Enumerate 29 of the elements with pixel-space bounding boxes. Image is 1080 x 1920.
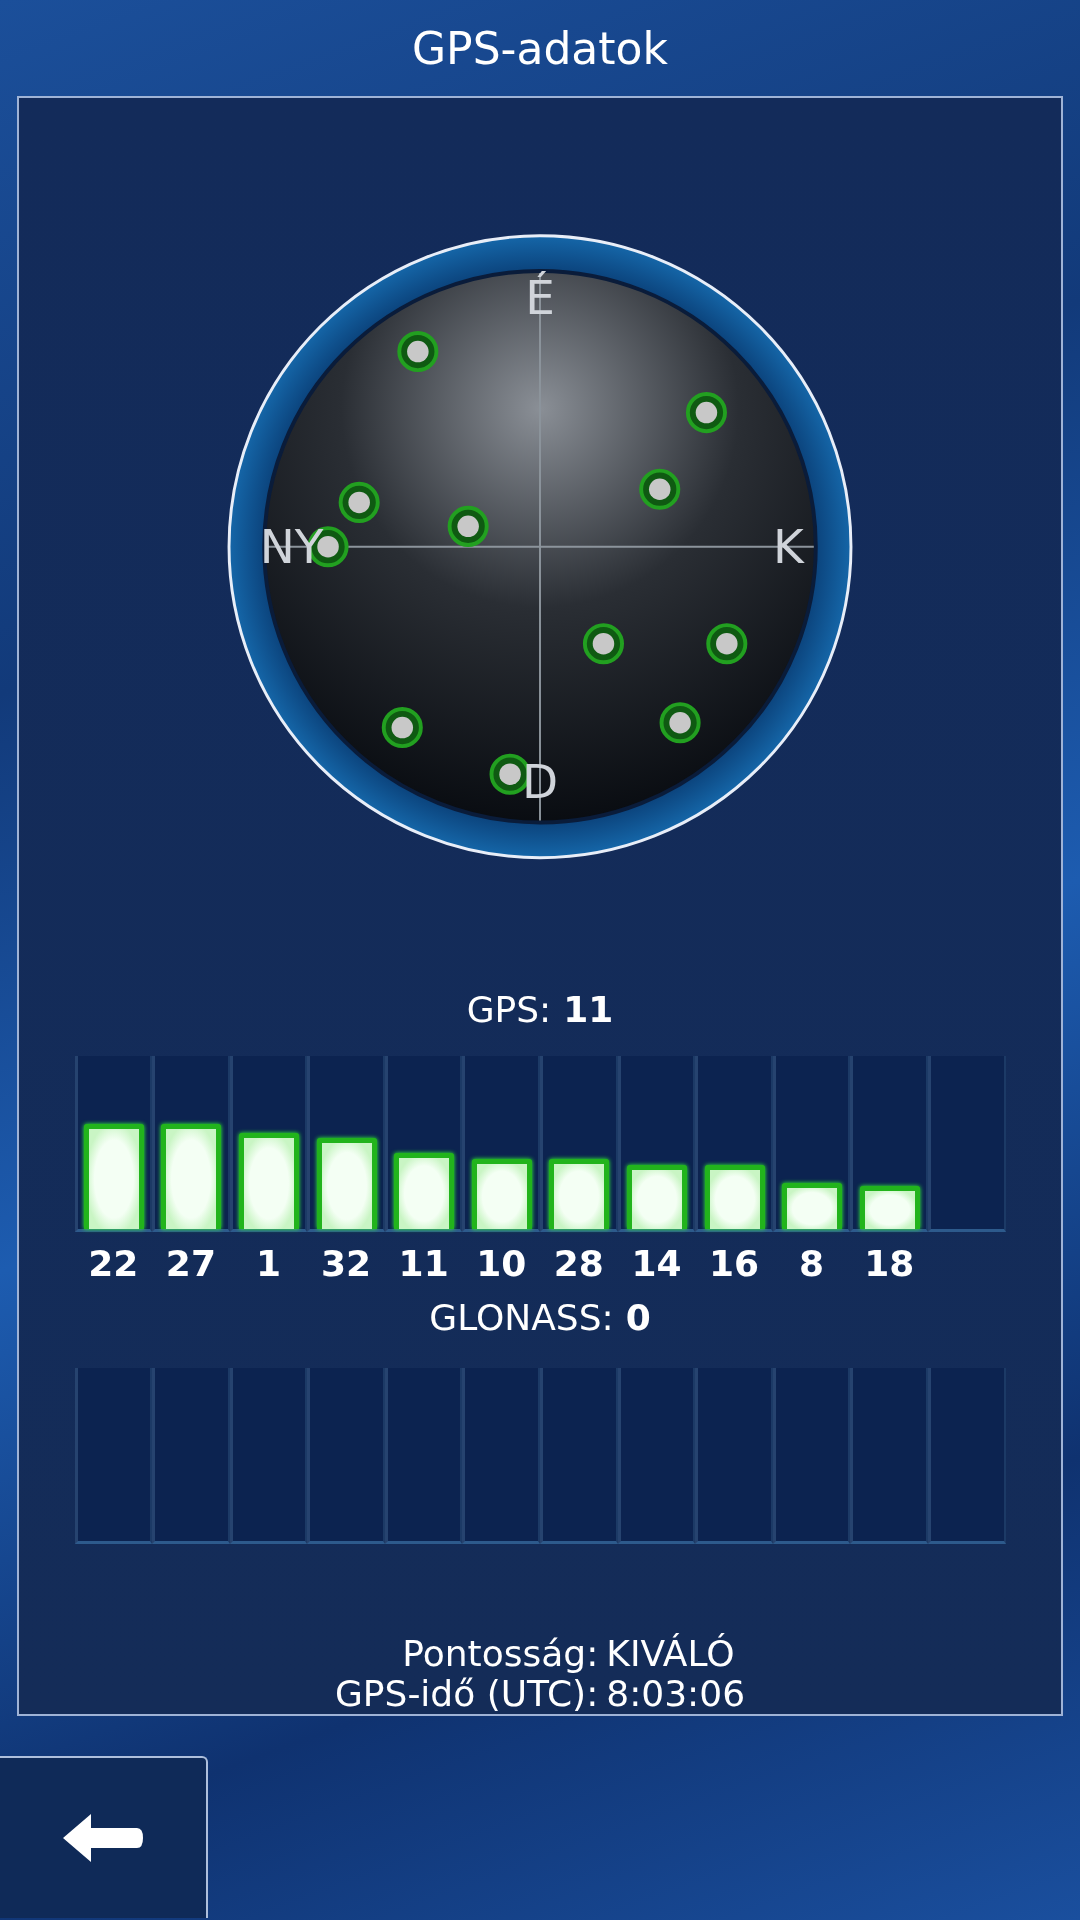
accuracy-value: KIVÁLÓ bbox=[606, 1634, 736, 1674]
glonass-count: 0 bbox=[625, 1297, 651, 1338]
gps-time-value: 8:03:06 bbox=[606, 1674, 746, 1714]
glonass-label: GLONASS: bbox=[429, 1297, 614, 1338]
satellite-id: 27 bbox=[164, 1243, 217, 1285]
satellite-id: 16 bbox=[708, 1243, 761, 1285]
satellite-icon bbox=[706, 623, 748, 665]
satellite-icon bbox=[447, 505, 489, 547]
satellite-id: 11 bbox=[397, 1243, 450, 1285]
compass-label: É bbox=[525, 269, 555, 325]
satellite-id: 18 bbox=[863, 1243, 916, 1285]
satellite-id: 10 bbox=[475, 1243, 528, 1285]
satellite-icon bbox=[582, 623, 624, 665]
satellite-id: 28 bbox=[552, 1243, 605, 1285]
satellite-id: 32 bbox=[320, 1243, 373, 1285]
gps-time-label: GPS-idő (UTC): bbox=[334, 1674, 599, 1714]
satellite-icon bbox=[639, 468, 681, 510]
satellite-id: 22 bbox=[87, 1243, 140, 1285]
satellite-id: 8 bbox=[798, 1243, 826, 1285]
screen-title: GPS-adatok bbox=[411, 21, 669, 76]
satellite-id: 14 bbox=[630, 1243, 683, 1285]
gps-count: 11 bbox=[563, 989, 614, 1031]
accuracy-label: Pontosság: bbox=[401, 1634, 599, 1674]
satellite-icon bbox=[659, 702, 701, 744]
gps-label: GPS: bbox=[466, 989, 552, 1031]
satellite-id: 1 bbox=[254, 1243, 282, 1285]
back-button[interactable] bbox=[0, 1756, 208, 1918]
satellite-icon bbox=[685, 392, 727, 434]
satellite-icon bbox=[338, 481, 380, 523]
